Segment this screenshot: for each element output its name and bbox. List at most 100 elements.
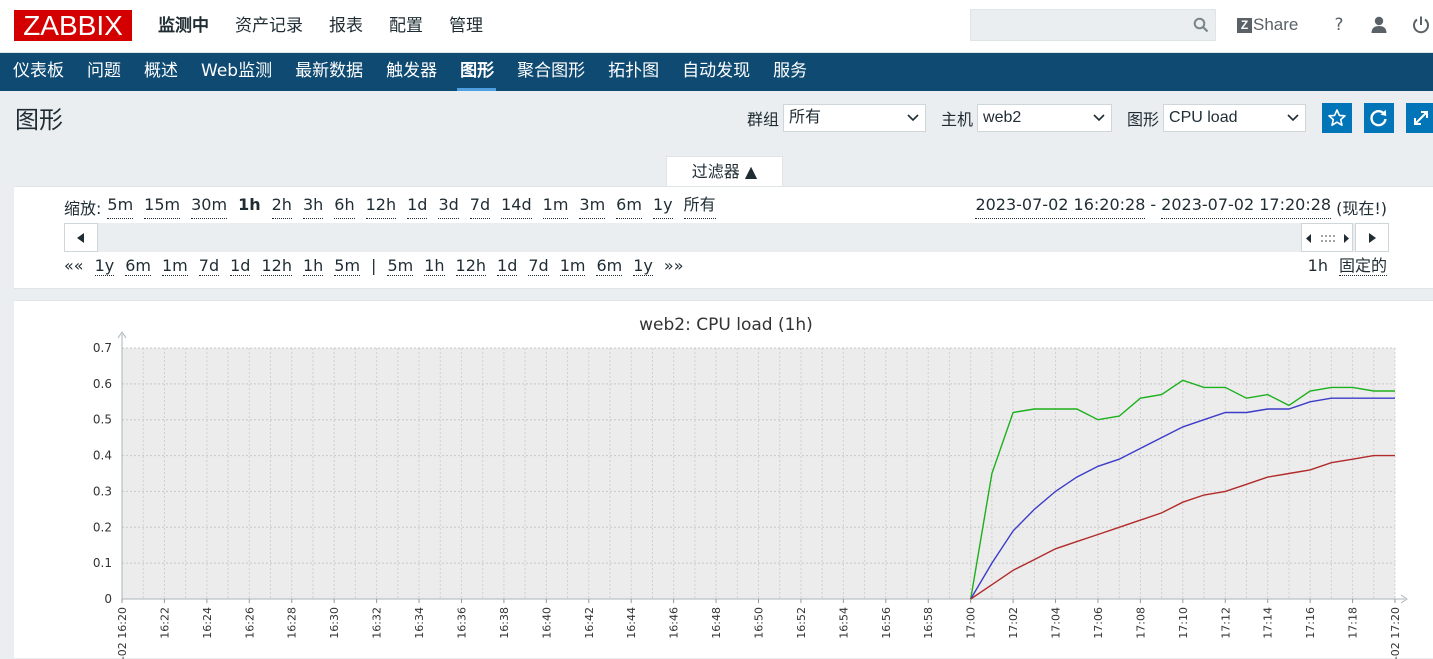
shift-forward-1d[interactable]: 1d [497, 256, 518, 276]
zoom-30m[interactable]: 30m [191, 195, 228, 219]
x-tick-label: 16:40 [540, 607, 553, 639]
chevron-down-icon [1287, 114, 1299, 122]
x-tick-label: 16:32 [371, 607, 384, 639]
zoom-1d[interactable]: 1d [407, 195, 428, 219]
favorite-button[interactable] [1322, 103, 1352, 133]
graph-select-value: CPU load [1169, 109, 1238, 126]
slider-handle[interactable] [1301, 223, 1353, 252]
submenu-discovery[interactable]: 自动发现 [669, 53, 762, 91]
group-select[interactable]: 所有 [783, 104, 927, 132]
shift-back-1d[interactable]: 1d [230, 256, 251, 276]
zoom-1h[interactable]: 1h [238, 195, 261, 219]
zoom-3m[interactable]: 3m [579, 195, 606, 219]
share-link[interactable]: Z Share [1237, 14, 1298, 36]
shift-back-5m[interactable]: 5m [334, 256, 361, 276]
zoom-5m[interactable]: 5m [107, 195, 134, 219]
y-tick-label: 0.3 [93, 484, 112, 498]
zoom-6h[interactable]: 6h [334, 195, 355, 219]
shift-back-all[interactable]: «« [64, 256, 84, 276]
x-tick-label: 16:58 [922, 607, 935, 639]
time-from[interactable]: 2023-07-02 16:20:28 [975, 195, 1146, 219]
shift-back-12h[interactable]: 12h [261, 256, 292, 276]
shift-back-6m[interactable]: 6m [125, 256, 151, 276]
host-control: 主机 web2 [941, 104, 1113, 132]
shift-back-1h[interactable]: 1h [302, 256, 324, 276]
search-input[interactable] [971, 10, 1197, 40]
shift-forward-1m[interactable]: 1m [559, 256, 586, 276]
user-icon[interactable] [1368, 14, 1390, 36]
menu-item-inventory[interactable]: 资产记录 [235, 0, 303, 52]
zoom-15m[interactable]: 15m [144, 195, 181, 219]
help-icon[interactable]: ? [1328, 14, 1350, 36]
submenu-graphs[interactable]: 图形 [447, 53, 506, 91]
shift-forward-5m[interactable]: 5m [387, 256, 414, 276]
x-tick-label: 16:28 [286, 607, 299, 639]
zabbix-logo[interactable]: ZABBIX [14, 10, 132, 41]
zoom-14d[interactable]: 14d [501, 195, 532, 219]
zoom-label: 缩放: [64, 199, 102, 218]
x-tick-label: 07-02 17:20 [1389, 607, 1402, 659]
search-box [970, 9, 1216, 41]
shift-forward-12h[interactable]: 12h [455, 256, 487, 276]
slider-right-button[interactable] [1355, 223, 1389, 252]
x-tick-label: 16:50 [753, 607, 766, 639]
y-tick-label: 0.7 [93, 341, 112, 355]
search-icon[interactable] [1193, 17, 1209, 33]
shift-back-1y[interactable]: 1y [94, 256, 115, 276]
host-select[interactable]: web2 [977, 104, 1113, 132]
filter-tab[interactable]: 过滤器 ▲ [666, 156, 783, 187]
x-tick-label: 17:14 [1262, 607, 1275, 639]
submenu-problems[interactable]: 问题 [74, 53, 133, 91]
submenu-triggers[interactable]: 触发器 [373, 53, 449, 91]
power-icon[interactable] [1410, 14, 1432, 36]
shift-back-7d[interactable]: 7d [198, 256, 220, 276]
x-tick-label: 16:34 [413, 607, 426, 639]
graph-select[interactable]: CPU load [1163, 104, 1307, 132]
submenu-services[interactable]: 服务 [760, 53, 819, 91]
shift-forward-6m[interactable]: 6m [596, 256, 623, 276]
shift-forward-7d[interactable]: 7d [528, 256, 549, 276]
x-tick-label: 16:54 [837, 607, 850, 639]
graph-container: web2: CPU load (1h) 0 0.1 0.2 0.3 0.4 0.5 0.6 0… [14, 300, 1433, 659]
zoom-2h[interactable]: 2h [271, 195, 292, 219]
menu-item-configuration[interactable]: 配置 [389, 0, 423, 52]
x-tick-label: 16:52 [795, 607, 808, 639]
shift-forward-all[interactable]: »» [664, 256, 684, 276]
group-select-value: 所有 [789, 109, 822, 126]
time-slider[interactable] [64, 223, 1389, 252]
fullscreen-button[interactable] [1406, 103, 1433, 133]
zoom-1y[interactable]: 1y [652, 195, 673, 219]
main-menu: 监测中 资产记录 报表 配置 管理 [158, 0, 509, 52]
shift-forward-1y[interactable]: 1y [633, 256, 653, 276]
time-to[interactable]: 2023-07-02 17:20:28 [1161, 195, 1332, 219]
submenu-overview[interactable]: 概述 [131, 53, 190, 91]
menu-item-monitoring[interactable]: 监测中 [158, 0, 209, 52]
x-tick-label: 16:46 [668, 607, 681, 639]
shift-back-1m[interactable]: 1m [162, 256, 188, 276]
zoom-12h[interactable]: 12h [365, 195, 397, 219]
x-tick-label: 17:00 [965, 607, 978, 639]
slider-left-button[interactable] [64, 223, 98, 252]
menu-item-reports[interactable]: 报表 [329, 0, 363, 52]
y-tick-label: 0.4 [93, 449, 112, 463]
drag-handle-icon [1306, 234, 1349, 243]
shift-forward-1h[interactable]: 1h [424, 256, 445, 276]
zoom-6m[interactable]: 6m [616, 195, 642, 219]
refresh-button[interactable] [1364, 103, 1394, 133]
menu-item-administration[interactable]: 管理 [449, 0, 483, 52]
submenu-screens[interactable]: 聚合图形 [504, 53, 597, 91]
submenu-dashboard[interactable]: 仪表板 [0, 53, 76, 91]
fixed-toggle[interactable]: 固定的 [1338, 256, 1387, 276]
share-label: Share [1253, 15, 1299, 34]
refresh-icon [1370, 109, 1387, 127]
zoom-3d[interactable]: 3d [438, 195, 459, 219]
zoom-7d[interactable]: 7d [469, 195, 491, 219]
submenu-latest-data[interactable]: 最新数据 [282, 53, 375, 91]
zoom-all[interactable]: 所有 [683, 195, 716, 219]
submenu-web[interactable]: Web监测 [188, 53, 284, 91]
zoom-3h[interactable]: 3h [302, 195, 324, 219]
host-label: 主机 [941, 110, 974, 129]
zoom-1m[interactable]: 1m [542, 195, 569, 219]
y-tick-label: 0 [104, 592, 112, 606]
submenu-maps[interactable]: 拓扑图 [595, 53, 671, 91]
